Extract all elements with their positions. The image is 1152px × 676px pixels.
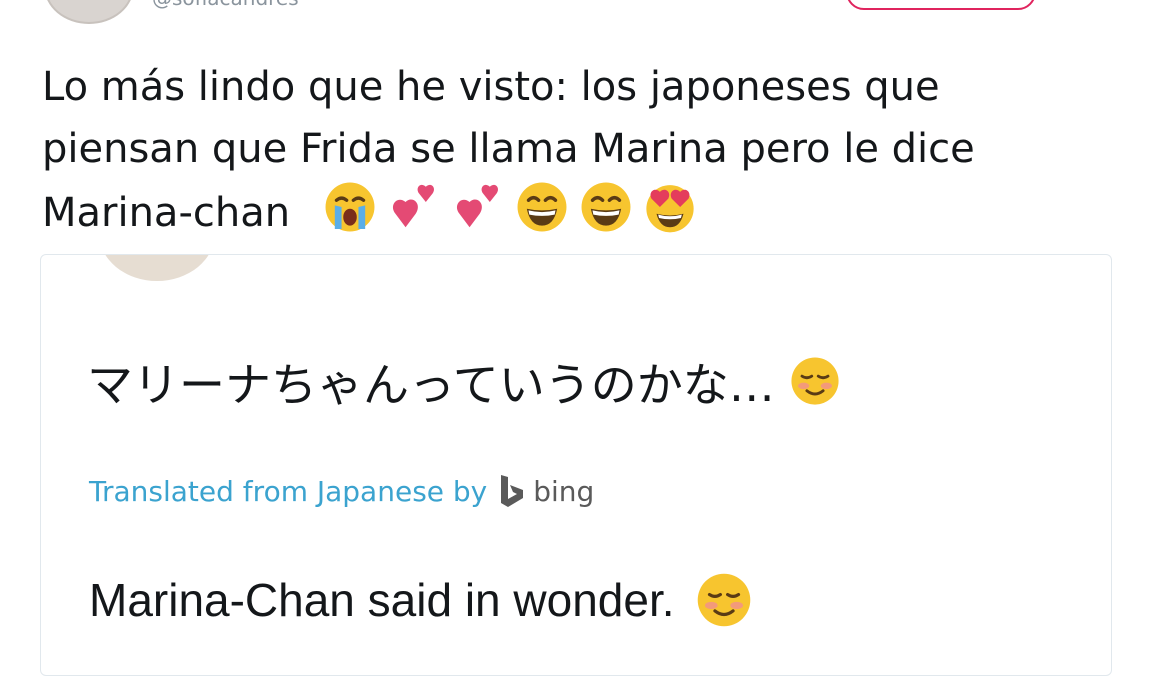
translated-text: Marina-Chan said in wonder.: [89, 571, 753, 629]
quoted-text-jp: マリーナちゃんっていうのかな…: [87, 358, 775, 412]
bing-icon: [501, 475, 524, 507]
translation-attribution[interactable]: Translated from Japanese by bing: [89, 473, 594, 509]
quoted-tweet-text: マリーナちゃんっていうのかな…: [87, 349, 841, 415]
quoted-text-en: Marina-Chan said in wonder.: [89, 574, 675, 626]
author-handle[interactable]: @sofiacandres: [152, 0, 299, 10]
smiling-face-icon: [697, 573, 750, 627]
two-hearts-icon: [456, 184, 498, 228]
heart-eyes-face-icon: [646, 185, 694, 233]
crying-face-icon: [325, 182, 375, 232]
grinning-face-icon: [517, 182, 567, 232]
bing-label: bing: [533, 474, 595, 508]
quoted-tweet-card[interactable]: マリーナちゃんっていうのかな… Translated from Japanese…: [40, 254, 1112, 676]
emoji-row: [323, 180, 697, 234]
grinning-face-icon: [581, 182, 631, 232]
translated-label: Translated from Japanese by: [89, 474, 488, 508]
follow-button[interactable]: [846, 0, 1036, 10]
quoted-author-avatar[interactable]: [99, 255, 215, 281]
author-avatar[interactable]: [44, 0, 134, 24]
smiling-face-icon: [791, 357, 839, 405]
tweet-text: Lo más lindo que he visto: los japoneses…: [42, 56, 1102, 244]
two-hearts-icon: [392, 184, 434, 228]
bing-logo: bing: [499, 473, 594, 509]
